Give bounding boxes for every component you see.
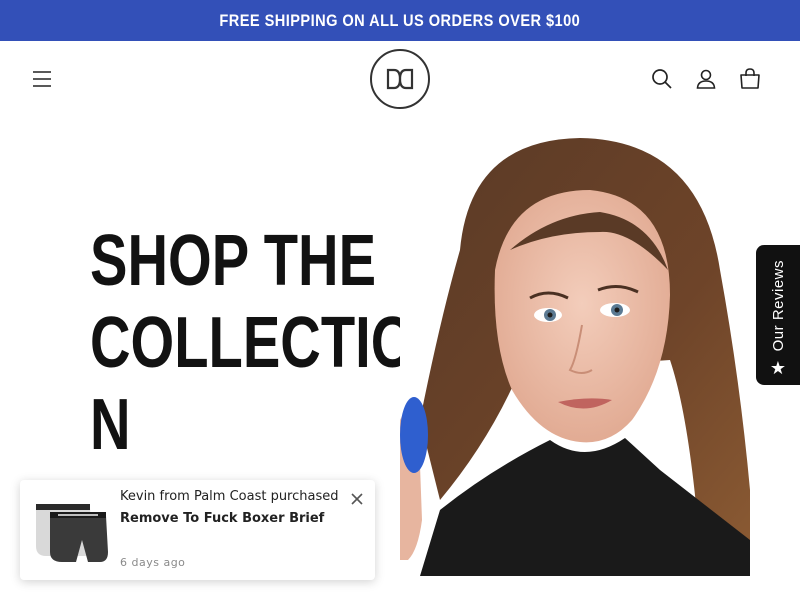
announcement-text: FREE SHIPPING ON ALL US ORDERS OVER $100 xyxy=(219,10,581,30)
logo-mark-icon xyxy=(386,68,414,90)
announcement-bar: FREE SHIPPING ON ALL US ORDERS OVER $100 xyxy=(0,0,800,41)
boxer-brief-image xyxy=(36,504,108,562)
account-icon xyxy=(696,69,716,89)
time-ago: 6 days ago xyxy=(120,556,186,569)
menu-icon xyxy=(33,71,51,87)
purchase-notification-popup[interactable]: Kevin from Palm Coast purchased Remove T… xyxy=(20,480,375,580)
account-button[interactable] xyxy=(692,65,720,93)
hero-image xyxy=(400,120,750,576)
popup-close-button[interactable] xyxy=(348,490,366,508)
hero-heading-line: SHOP THE xyxy=(90,221,377,301)
brand-logo[interactable] xyxy=(370,49,430,109)
menu-button[interactable] xyxy=(28,65,56,93)
search-icon xyxy=(652,69,672,89)
model-portrait-image xyxy=(400,120,750,576)
reviews-tab-label: Our Reviews xyxy=(769,259,787,351)
buyer-text: Kevin from Palm Coast purchased xyxy=(120,489,339,504)
product-name[interactable]: Remove To Fuck Boxer Brief xyxy=(120,511,324,526)
cart-button[interactable] xyxy=(736,65,764,93)
hero-heading: SHOP THE COLLECTIO N xyxy=(90,220,415,466)
cart-icon xyxy=(740,68,760,89)
star-icon: ★ xyxy=(769,358,787,378)
product-thumbnail xyxy=(32,494,112,566)
site-header xyxy=(0,41,800,119)
hero-heading-line: N xyxy=(90,385,131,465)
reviews-tab[interactable]: Our Reviews ★ xyxy=(756,245,800,385)
close-icon xyxy=(351,493,363,505)
search-button[interactable] xyxy=(648,65,676,93)
hero-heading-line: COLLECTIO xyxy=(90,303,415,383)
